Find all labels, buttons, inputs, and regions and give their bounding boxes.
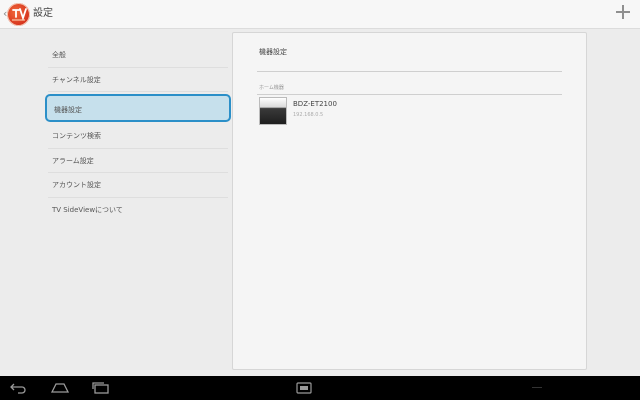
tv-sideview-logo-icon[interactable] [7,3,30,26]
recent-apps-icon[interactable] [92,382,110,394]
page-title: 設定 [33,8,53,19]
section-label: ホーム機器 [259,85,284,91]
system-nav-bar [0,376,640,400]
device-list-item[interactable]: BDZ-ET2100 192.168.0.5 [257,97,563,127]
menu-item-about[interactable]: TV SideViewについて [48,198,228,223]
menu-item-channel-settings[interactable]: チャンネル設定 [48,68,228,92]
menu-item-alarm-settings[interactable]: アラーム設定 [48,149,228,173]
recorder-icon [259,97,287,125]
home-icon[interactable] [50,381,70,395]
divider [257,71,562,72]
menu-item-general[interactable]: 全般 [48,43,228,68]
device-address: 192.168.0.5 [293,112,324,118]
menu-icon[interactable] [296,382,312,394]
action-bar: ‹ 設定 [0,0,640,29]
device-name: BDZ-ET2100 [293,100,337,108]
detail-panel: 機器設定 ホーム機器 BDZ-ET2100 192.168.0.5 [232,32,587,370]
settings-menu: 全般 チャンネル設定 機器設定 コンテンツ検索 アラーム設定 アカウント設定 T… [45,43,231,223]
back-icon[interactable] [9,381,29,395]
menu-item-content-search[interactable]: コンテンツ検索 [48,124,228,149]
menu-item-device-settings[interactable]: 機器設定 [45,94,231,122]
divider [257,94,562,95]
divider [532,387,542,388]
menu-item-account-settings[interactable]: アカウント設定 [48,173,228,198]
panel-title: 機器設定 [259,48,287,56]
plus-icon[interactable] [616,5,630,19]
